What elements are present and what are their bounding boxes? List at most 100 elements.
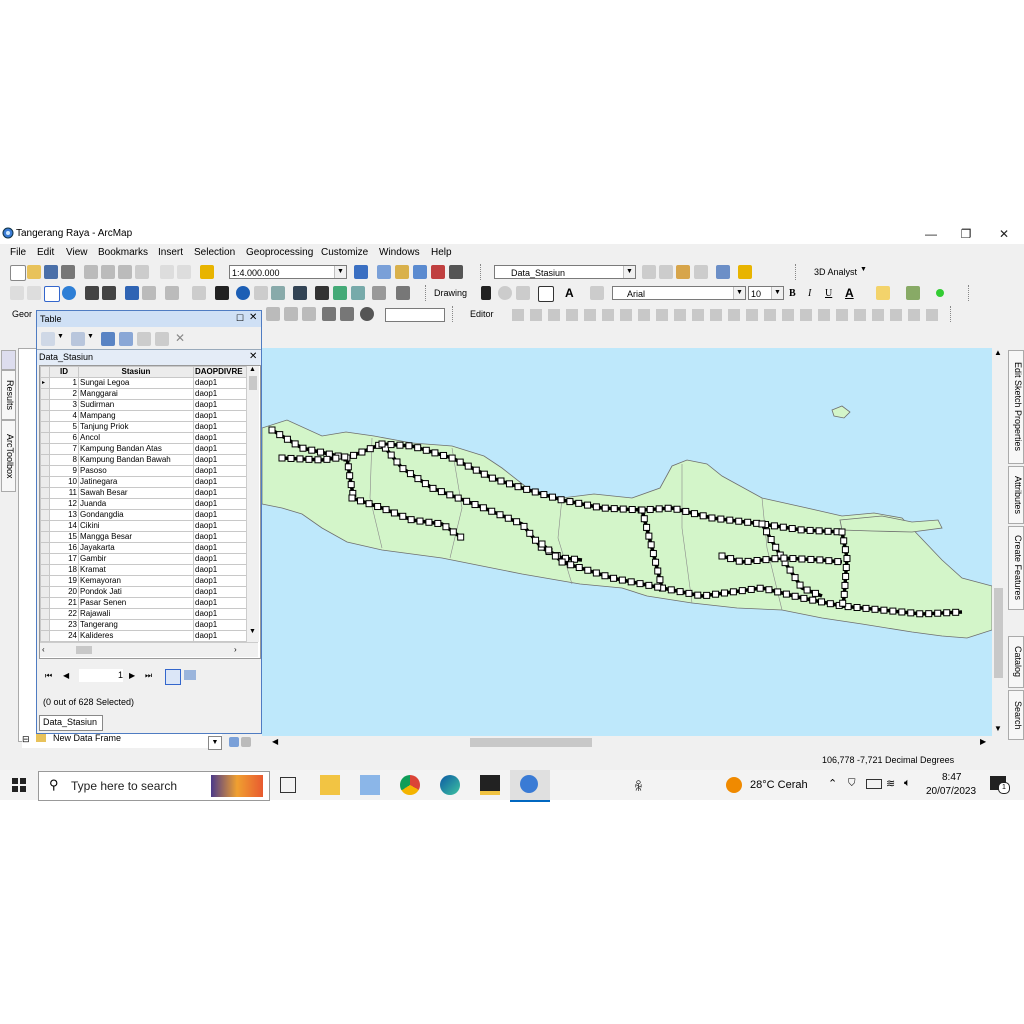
clear-selection-table-icon[interactable] [137, 332, 151, 346]
editor-menu[interactable]: Editor [470, 309, 494, 319]
cell-id[interactable]: 20 [49, 586, 79, 598]
scroll-up-icon[interactable]: ▲ [994, 348, 1002, 357]
cell-id[interactable]: 6 [49, 432, 79, 444]
cell-daopdivre[interactable]: daop1 [193, 399, 247, 411]
file-explorer-icon[interactable] [320, 775, 340, 795]
table-row[interactable]: 12 Juanda daop1 [40, 498, 247, 510]
row-selector[interactable] [40, 498, 50, 510]
toolbar-grip[interactable] [452, 306, 457, 322]
drawing-menu[interactable]: Drawing [434, 288, 467, 298]
table-of-contents-tab[interactable] [1, 350, 16, 370]
row-selector[interactable] [40, 630, 50, 642]
row-selector[interactable] [40, 597, 50, 609]
table-row[interactable]: 2 Manggarai daop1 [40, 388, 247, 400]
table-row[interactable]: 13 Gondangdia daop1 [40, 509, 247, 521]
cell-stasiun[interactable]: Kemayoran [78, 575, 194, 587]
copy-icon[interactable] [101, 265, 115, 279]
callout-icon[interactable] [590, 286, 604, 300]
cell-id[interactable]: 24 [49, 630, 79, 642]
font-size-combo[interactable]: 10 ▼ [748, 286, 784, 300]
marker-color-icon[interactable] [936, 289, 944, 297]
pan-hand-icon[interactable] [44, 286, 60, 302]
show-selected-records-icon[interactable] [184, 670, 196, 680]
hyperlink-icon[interactable] [254, 286, 268, 300]
go-to-xy-icon[interactable] [351, 286, 365, 300]
chevron-up-icon[interactable]: ⌃ [828, 777, 837, 790]
scroll-left-icon[interactable]: ◀ [272, 737, 278, 746]
close-icon[interactable]: ✕ [249, 312, 257, 323]
zoom-out-icon[interactable] [27, 286, 41, 300]
table-row[interactable]: 4 Mampang daop1 [40, 410, 247, 422]
select-pointer-icon[interactable] [481, 286, 491, 300]
cell-daopdivre[interactable]: daop1 [193, 498, 247, 510]
time-slider-icon[interactable] [372, 286, 386, 300]
font-combo[interactable]: Arial ▼ [612, 286, 746, 300]
cell-id[interactable]: 7 [49, 443, 79, 455]
row-selector[interactable] [40, 586, 50, 598]
column-header-daopdivre[interactable]: DAOPDIVRE [193, 366, 247, 378]
menu-view[interactable]: View [66, 247, 88, 258]
cell-stasiun[interactable]: Pasar Senen [78, 597, 194, 609]
table-row[interactable]: 20 Pondok Jati daop1 [40, 586, 247, 598]
menu-geoprocessing[interactable]: Geoprocessing [246, 247, 313, 258]
font-color-icon[interactable]: A [845, 286, 854, 300]
row-selector[interactable] [40, 421, 50, 433]
italic-button[interactable]: I [808, 288, 811, 299]
create-viewer-icon[interactable] [396, 286, 410, 300]
first-record-icon[interactable]: ⏮ [45, 671, 52, 681]
effects-icon[interactable] [676, 265, 690, 279]
cell-id[interactable]: 15 [49, 531, 79, 543]
reshape-icon[interactable] [284, 307, 298, 321]
scroll-thumb[interactable] [994, 588, 1003, 678]
paste-icon[interactable] [118, 265, 132, 279]
cell-stasiun[interactable]: Jatinegara [78, 476, 194, 488]
java-map[interactable] [262, 348, 992, 736]
toc-frame-row[interactable]: ⊟ New Data Frame [22, 732, 222, 748]
table-row[interactable]: 14 Cikini daop1 [40, 520, 247, 532]
map-horizontal-scrollbar[interactable]: ◀ ▶ [262, 736, 992, 750]
cell-stasiun[interactable]: Sawah Besar [78, 487, 194, 499]
new-document-icon[interactable] [10, 265, 26, 281]
cell-stasiun[interactable]: Gondangdia [78, 509, 194, 521]
3d-analyst-label[interactable]: 3D Analyst [814, 267, 857, 277]
georef-tool-icon[interactable] [738, 265, 752, 279]
open-folder-icon[interactable] [27, 265, 41, 279]
georeferencing-label[interactable]: Geor [12, 309, 32, 319]
cell-daopdivre[interactable]: daop1 [193, 476, 247, 488]
rectangle-icon[interactable] [538, 286, 554, 302]
close-button[interactable]: ✕ [993, 226, 1015, 242]
select-elements-icon[interactable] [215, 286, 229, 300]
column-header-id[interactable]: ID [49, 366, 79, 378]
toolbar-grip[interactable] [480, 264, 485, 280]
table-row[interactable]: 21 Pasar Senen daop1 [40, 597, 247, 609]
row-selector-header[interactable] [40, 366, 50, 378]
security-icon[interactable]: ⛉ [848, 778, 856, 789]
wifi-icon[interactable]: ≋ [886, 777, 895, 790]
cell-stasiun[interactable]: Tanjung Priok [78, 421, 194, 433]
restore-button[interactable]: ❐ [955, 226, 977, 242]
cell-id[interactable]: 2 [49, 388, 79, 400]
map-view[interactable] [262, 348, 992, 736]
layer-properties-icon[interactable] [716, 265, 730, 279]
cell-stasiun[interactable]: Kalideres [78, 630, 194, 642]
menu-windows[interactable]: Windows [379, 247, 420, 258]
cell-daopdivre[interactable]: daop1 [193, 608, 247, 620]
row-selector[interactable] [40, 509, 50, 521]
table-row[interactable]: ▸ 1 Sungai Legoa daop1 [40, 377, 247, 389]
editor-toolbar-icon[interactable] [354, 265, 368, 279]
row-selector[interactable] [40, 487, 50, 499]
row-selector[interactable] [40, 575, 50, 587]
cell-id[interactable]: 21 [49, 597, 79, 609]
toc-scroll-chevron-icon[interactable]: ▼ [208, 736, 222, 750]
toc-window-icon[interactable] [377, 265, 391, 279]
arcmap-taskbar-button[interactable] [510, 770, 550, 802]
table-options-icon[interactable] [41, 332, 55, 346]
scroll-down-icon[interactable]: ▼ [249, 628, 256, 635]
results-tab[interactable]: Results [1, 370, 16, 420]
cell-daopdivre[interactable]: daop1 [193, 465, 247, 477]
scroll-right-icon[interactable]: › [234, 645, 237, 654]
map-vertical-scrollbar[interactable]: ▲ ▼ [992, 348, 1005, 736]
cell-daopdivre[interactable]: daop1 [193, 509, 247, 521]
cell-stasiun[interactable]: Cikini [78, 520, 194, 532]
layer-combo[interactable]: Data_Stasiun ▼ [494, 265, 636, 279]
